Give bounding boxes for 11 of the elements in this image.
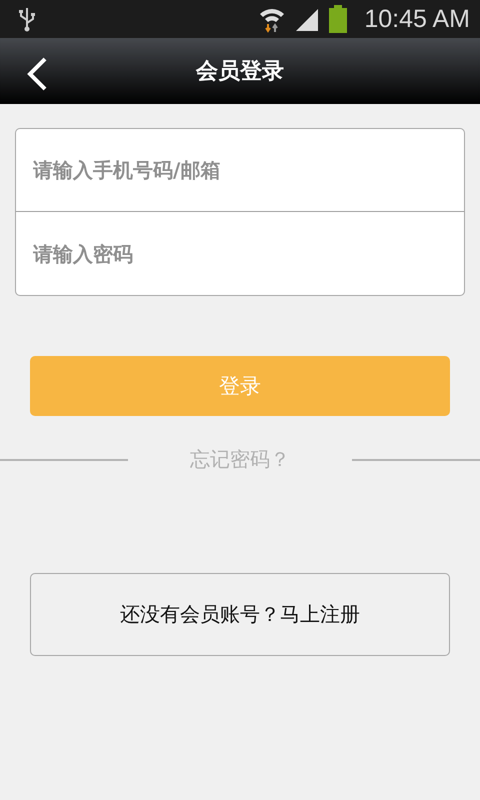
account-field[interactable]: 请输入手机号码/邮箱 — [15, 128, 465, 212]
battery-icon — [328, 5, 348, 33]
forgot-password-link[interactable]: 忘记密码？ — [128, 446, 352, 473]
signal-icon — [294, 7, 320, 31]
clock-time: 10:45 AM — [364, 4, 470, 34]
usb-icon — [18, 6, 36, 32]
register-button[interactable]: 还没有会员账号？马上注册 — [30, 573, 450, 656]
login-button[interactable]: 登录 — [30, 356, 450, 416]
password-field[interactable]: 请输入密码 — [15, 212, 465, 296]
back-icon — [26, 57, 48, 91]
page-title: 会员登录 — [196, 58, 284, 86]
